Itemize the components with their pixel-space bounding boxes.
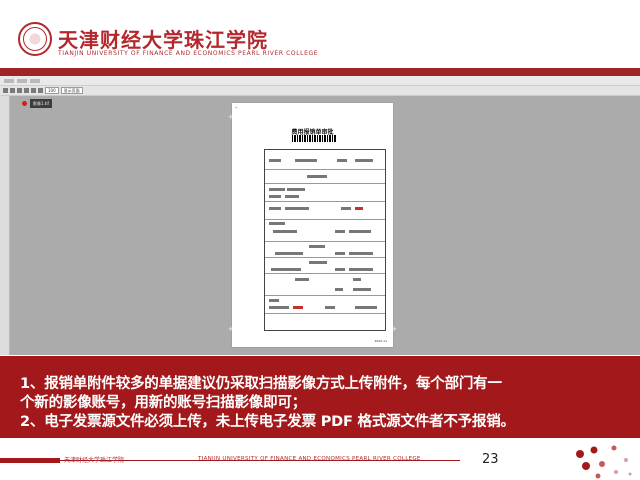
footer-school-en: TIANJIN UNIVERSITY OF FINANCE AND ECONOM… [198, 456, 421, 462]
attachment-tab-area: 影像1.tif [22, 99, 52, 108]
viewer-menubar [0, 76, 640, 86]
school-name-cn: 天津财经大学珠江学院 [58, 28, 268, 52]
menu-item[interactable] [4, 78, 14, 83]
zoom-select[interactable]: 100 [45, 87, 59, 94]
viewer-sidebar [0, 96, 10, 355]
alert-dot-icon [22, 101, 27, 106]
decorative-dots-icon [576, 445, 632, 479]
page-number: 23 [482, 452, 499, 467]
attachment-tab[interactable]: 影像1.tif [30, 99, 52, 108]
save-icon[interactable] [3, 88, 8, 93]
footer-accent-bar [0, 458, 60, 463]
school-name-en: TIANJIN UNIVERSITY OF FINANCE AND ECONOM… [58, 50, 319, 57]
view-mode-select[interactable]: 显示页面 [60, 87, 83, 94]
viewer-title-bar [0, 68, 640, 76]
scanned-document-page[interactable]: ⌐ 费用报销单审批 2020-11 [232, 103, 393, 347]
scan-icon[interactable] [17, 88, 22, 93]
zoom-out-icon[interactable] [38, 88, 43, 93]
school-seal-logo [18, 22, 52, 56]
footer-school-cn: 天津财经大学珠江学院 [64, 457, 125, 464]
zoom-in-icon[interactable] [31, 88, 36, 93]
rotate-icon[interactable] [24, 88, 29, 93]
document-footer-date: 2020-11 [374, 339, 387, 343]
instruction-line-1: 1、报销单附件较多的单据建议仍采取扫描影像方式上传附件，每个部门有一 [20, 376, 502, 392]
page-corner-mark: ⌐ [235, 105, 239, 110]
barcode [292, 135, 336, 142]
viewer-toolbar: 100 显示页面 [0, 86, 640, 96]
slide: 天津财经大学珠江学院 TIANJIN UNIVERSITY OF FINANCE… [0, 0, 640, 480]
header: 天津财经大学珠江学院 TIANJIN UNIVERSITY OF FINANCE… [0, 0, 640, 66]
menu-item[interactable] [17, 78, 27, 83]
document-viewer-screenshot: 100 显示页面 影像1.tif + + + ⌐ 费用报销单审批 2020-11 [0, 68, 640, 355]
expense-form [264, 149, 386, 331]
menu-item[interactable] [30, 78, 40, 83]
instruction-line-2: 个新的影像账号，用新的账号扫描影像即可； [20, 395, 306, 411]
print-icon[interactable] [10, 88, 15, 93]
instruction-banner: 1、报销单附件较多的单据建议仍采取扫描影像方式上传附件，每个部门有一 个新的影像… [0, 356, 640, 438]
instruction-line-3: 2、电子发票源文件必须上传，未上传电子发票 PDF 格式源文件者不予报销。 [20, 414, 515, 430]
